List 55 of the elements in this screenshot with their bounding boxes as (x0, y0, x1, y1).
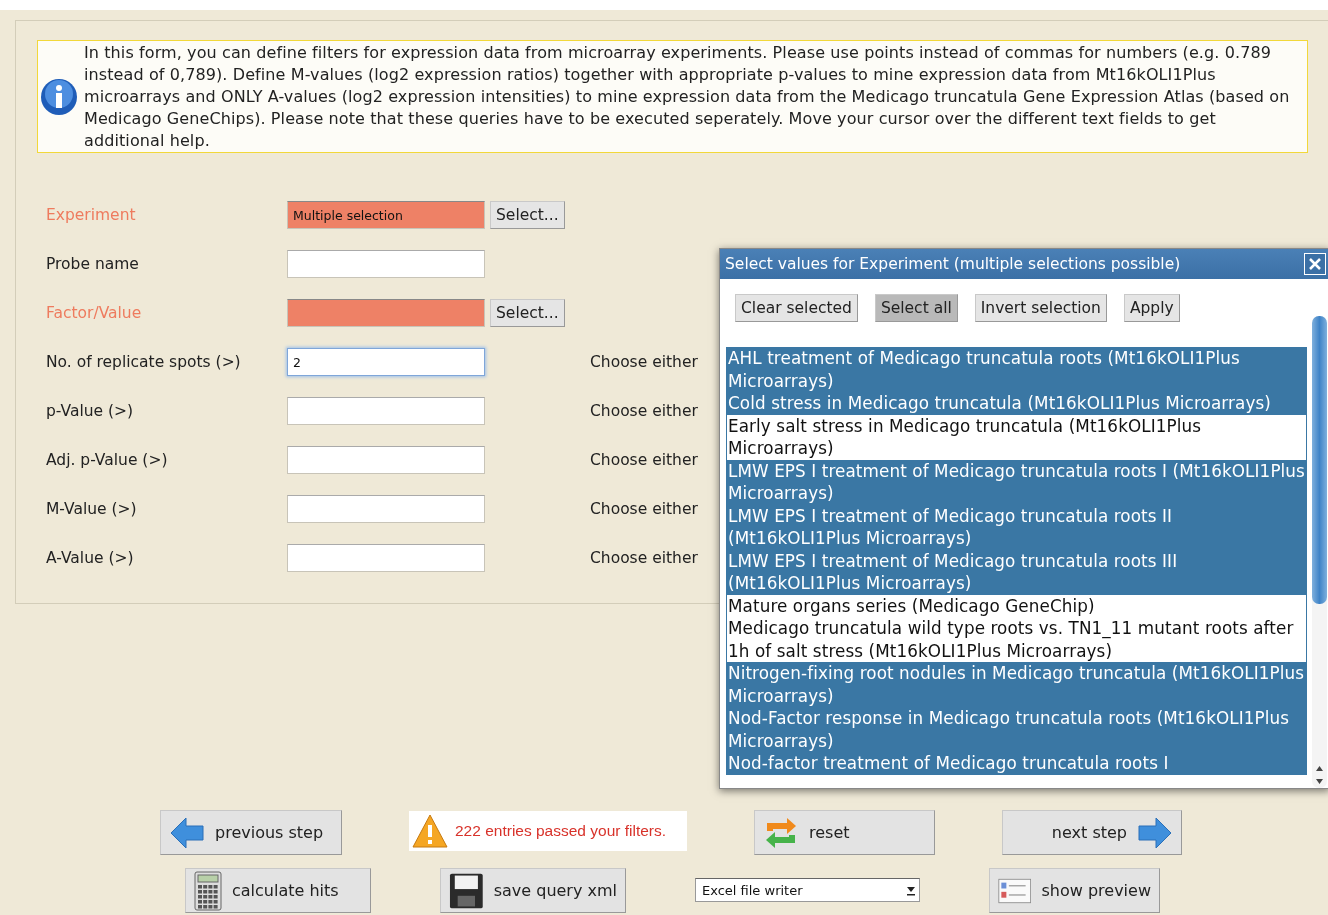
field-label: A-Value (>) (46, 549, 135, 567)
list-item[interactable]: Cold stress in Medicago truncatula (Mt16kOLI1Plus Microarrays) (726, 392, 1307, 415)
list-item[interactable]: Nod-factor treatment of Medicago truncatula roots I (726, 752, 1307, 775)
save-query-button[interactable]: save query xml (440, 868, 626, 913)
select-button[interactable]: Select... (490, 201, 565, 229)
show-preview-button[interactable]: show preview (989, 868, 1160, 913)
next-step-button[interactable]: next step (1002, 810, 1182, 855)
list-item[interactable]: LMW EPS I treatment of Medicago truncatula roots II (Mt16kOLI1Plus Microarrays) (726, 504, 1307, 550)
list-item[interactable]: Nitrogen-fixing root nodules in Medicago truncatula (Mt16kOLI1Plus Microarrays) (726, 662, 1307, 707)
list-item[interactable]: Mature organs series (Medicago GeneChip) (726, 594, 1307, 617)
close-button[interactable] (1304, 253, 1326, 275)
field-label: Probe name (46, 255, 140, 273)
text-field[interactable] (287, 250, 485, 278)
dialog-title: Select values for Experiment (multiple selections possible) (725, 255, 1181, 273)
list-item[interactable]: Early salt stress in Medicago truncatula (Mt16kOLI1Plus Microarrays) (726, 414, 1307, 460)
hint-text: Choose either (590, 500, 698, 518)
calculator-icon (194, 870, 222, 911)
text-field[interactable] (287, 397, 485, 425)
text-field[interactable]: 2 (287, 348, 485, 376)
list-item[interactable]: Medicago truncatula wild type roots vs. TN1_11 mutant roots after 1h of salt stress (Mt16kOLI1Plus Microarrays) (726, 617, 1307, 662)
list-item[interactable]: AHL treatment of Medicago truncatula roots (Mt16kOLI1Plus Microarrays) (726, 347, 1307, 392)
hint-text: Choose either (590, 549, 698, 567)
reset-button[interactable]: reset (754, 810, 935, 855)
field-label: p-Value (>) (46, 402, 135, 420)
left-arrow-icon (169, 815, 205, 850)
hint-text: Choose either (590, 451, 698, 469)
field-label: No. of replicate spots (>) (46, 353, 242, 371)
list-item[interactable]: LMW EPS I treatment of Medicago truncatula roots I (Mt16kOLI1Plus Microarrays) (726, 459, 1307, 505)
calculate-hits-button[interactable]: calculate hits (185, 868, 371, 913)
field-label: Experiment (46, 206, 137, 224)
scrollbar[interactable] (1312, 316, 1327, 788)
text-field[interactable] (287, 299, 485, 327)
text-field[interactable] (287, 446, 485, 474)
select-button[interactable]: Select... (490, 299, 565, 327)
dialog-button[interactable]: Select all (874, 294, 958, 322)
text-field[interactable] (287, 495, 485, 523)
hint-text: Choose either (590, 402, 698, 420)
dialog-button[interactable]: Invert selection (974, 294, 1107, 322)
dialog-button[interactable]: Clear selected (735, 294, 858, 322)
list-item[interactable]: Nod-Factor response in Medicago truncatula roots (Mt16kOLI1Plus Microarrays) (726, 707, 1307, 752)
info-icon (40, 77, 78, 116)
field-label: Factor/Value (46, 304, 143, 322)
field-label: Adj. p-Value (>) (46, 451, 169, 469)
list-item[interactable]: LMW EPS I treatment of Medicago truncatula roots III (Mt16kOLI1Plus Microarrays) (726, 549, 1307, 595)
text-field[interactable]: Multiple selection (287, 201, 485, 229)
writer-dropdown[interactable]: Excel file writer (695, 878, 920, 902)
previous-step-button[interactable]: previous step (160, 810, 342, 855)
right-arrow-icon (1137, 815, 1173, 850)
dialog-button[interactable]: Apply (1123, 294, 1180, 322)
info-text: In this form, you can define filters for expression data from microarray experiments. Please use points instead of commas for numbers (e.g. 0.789 instead of 0,789). Define M-values (log2 expression ratios) together with appropriate p-values to mine expression data from Mt16kOLI1Plus microarrays and ONLY A-values (log2 expression intensities) to mine expression data from the Medicago truncatula Gene Expression Atlas (based on Medicago GeneChips). Please note that these queries have to be executed seperately. Move your cursor over the different text fields to get additional help. (84, 41, 1291, 152)
hint-text: Choose either (590, 353, 698, 371)
close-icon (1308, 257, 1322, 271)
message-text: 222 entries passed your filters. (455, 822, 667, 840)
text-field[interactable] (287, 544, 485, 572)
field-label: M-Value (>) (46, 500, 138, 518)
